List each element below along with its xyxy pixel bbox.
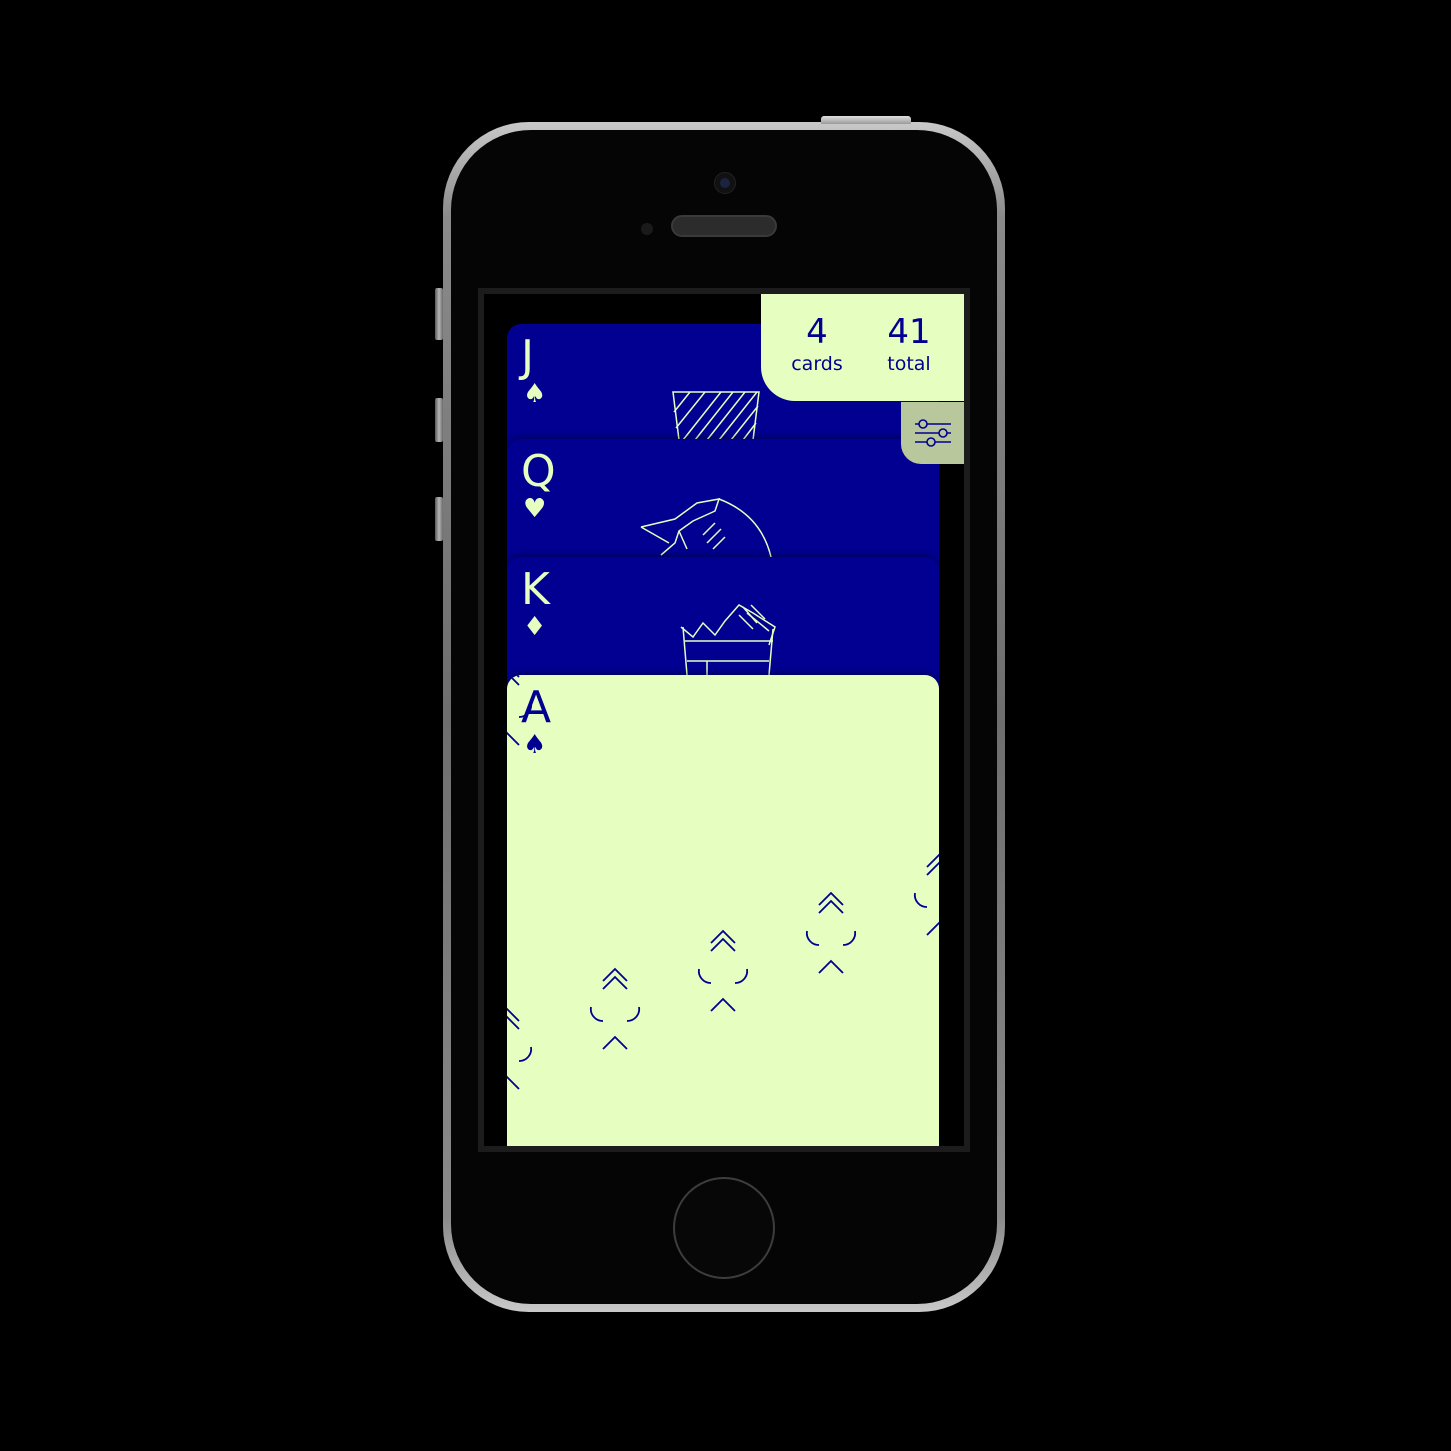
front-camera — [714, 172, 736, 194]
settings-button[interactable] — [901, 402, 964, 464]
counter-panel: 4 cards 41 total — [761, 294, 964, 401]
home-button[interactable] — [673, 1177, 775, 1279]
cards-label: cards — [791, 353, 843, 375]
sliders-icon — [915, 419, 951, 447]
cards-count: 4 — [806, 312, 828, 352]
app-screen: J ♠ Q ♥ K ♦ A ♠ 4 cards 41 total — [484, 294, 964, 1146]
total-label: total — [887, 353, 931, 375]
ace-spade-pattern — [507, 675, 939, 1090]
proximity-sensor — [641, 223, 653, 235]
volume-down-button — [435, 497, 443, 541]
total-count: 41 — [887, 312, 931, 352]
cards-counter: 4 cards — [777, 312, 857, 376]
power-button — [821, 116, 911, 124]
volume-up-button — [435, 398, 443, 442]
card-ace-spades[interactable]: A ♠ — [507, 675, 939, 1146]
total-counter: 41 total — [869, 312, 949, 376]
mute-switch — [435, 288, 443, 340]
earpiece-speaker — [671, 215, 777, 237]
